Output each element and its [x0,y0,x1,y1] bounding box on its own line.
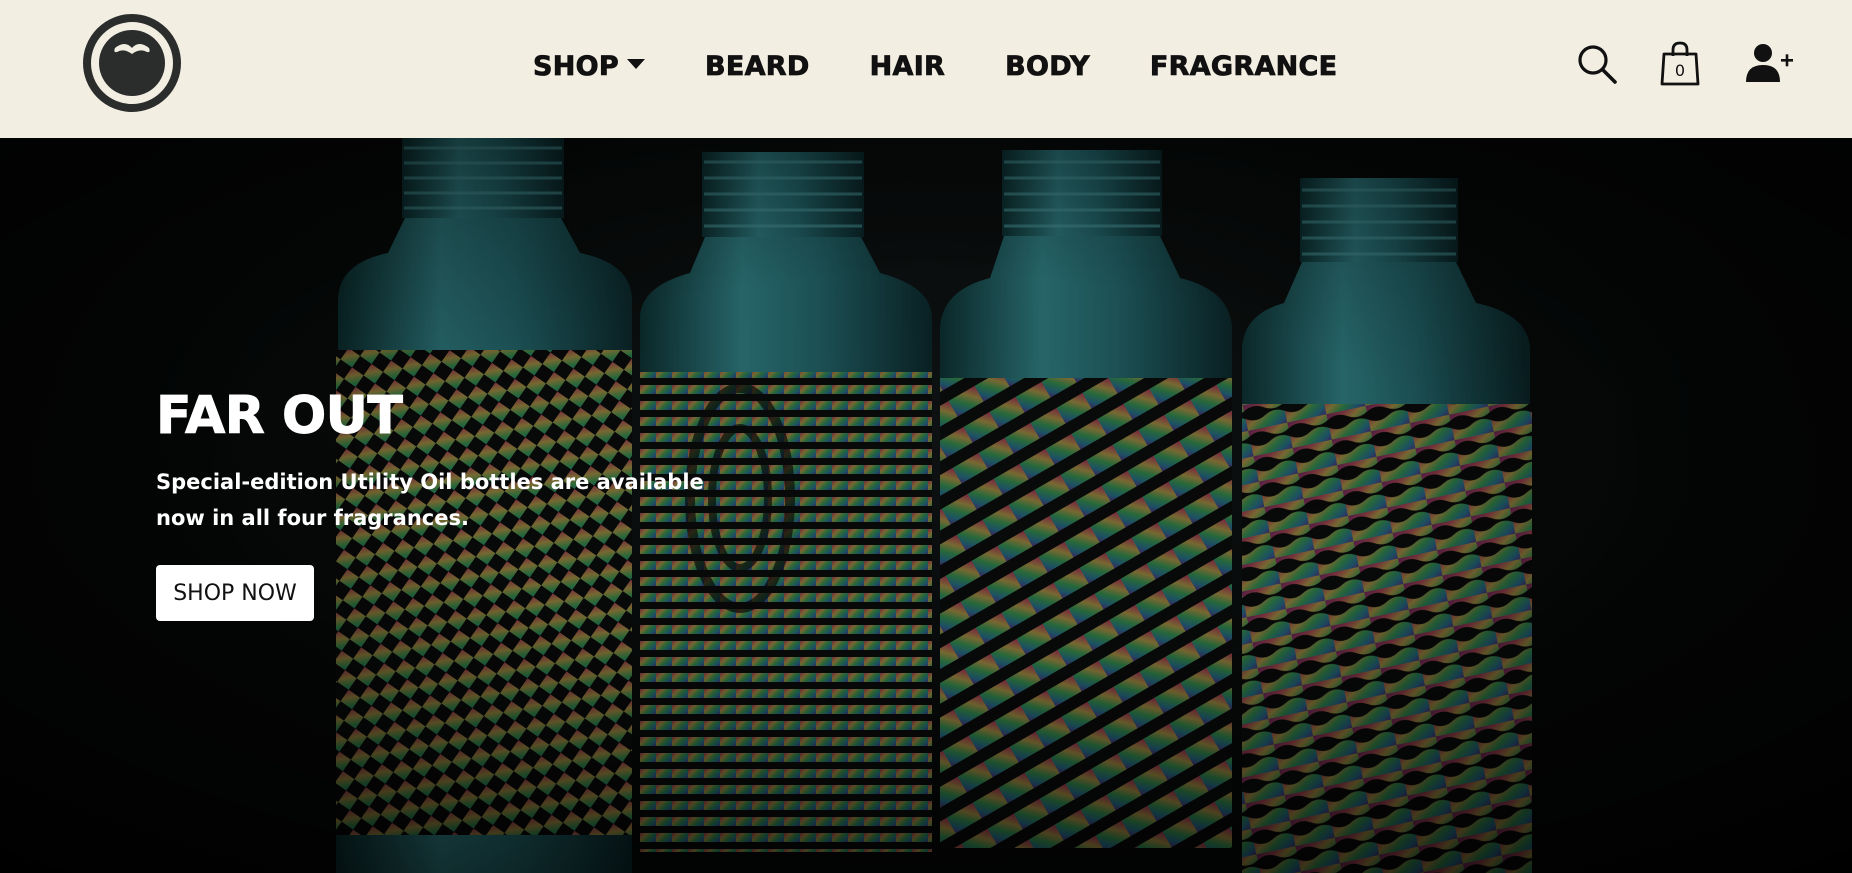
cart-count: 0 [1674,61,1686,80]
site-header: SHOP BEARD HAIR BODY FRAGRANCE 0 [0,0,1852,138]
hero-subtitle: Special-edition Utility Oil bottles are … [156,470,704,530]
nav-shop-label: SHOP [533,50,619,82]
shop-now-button[interactable]: SHOP NOW [156,565,314,621]
main-nav: SHOP BEARD HAIR BODY FRAGRANCE [533,44,1338,88]
hero-banner: FAR OUT Special-edition Utility Oil bott… [0,138,1852,873]
hero-text: FAR OUT Special-edition Utility Oil bott… [156,388,756,536]
shopping-bag-icon[interactable]: 0 [1658,40,1702,88]
hero-title: FAR OUT [156,386,404,446]
site-logo[interactable] [83,14,181,112]
nav-hair[interactable]: HAIR [869,50,945,82]
search-icon[interactable] [1575,42,1619,86]
nav-body[interactable]: BODY [1005,50,1090,82]
nav-shop[interactable]: SHOP [533,50,645,82]
beard-logo-icon [99,30,165,96]
chevron-down-icon [626,59,645,69]
nav-beard[interactable]: BEARD [705,50,810,82]
nav-fragrance[interactable]: FRAGRANCE [1149,50,1337,82]
add-user-icon[interactable] [1744,42,1794,86]
